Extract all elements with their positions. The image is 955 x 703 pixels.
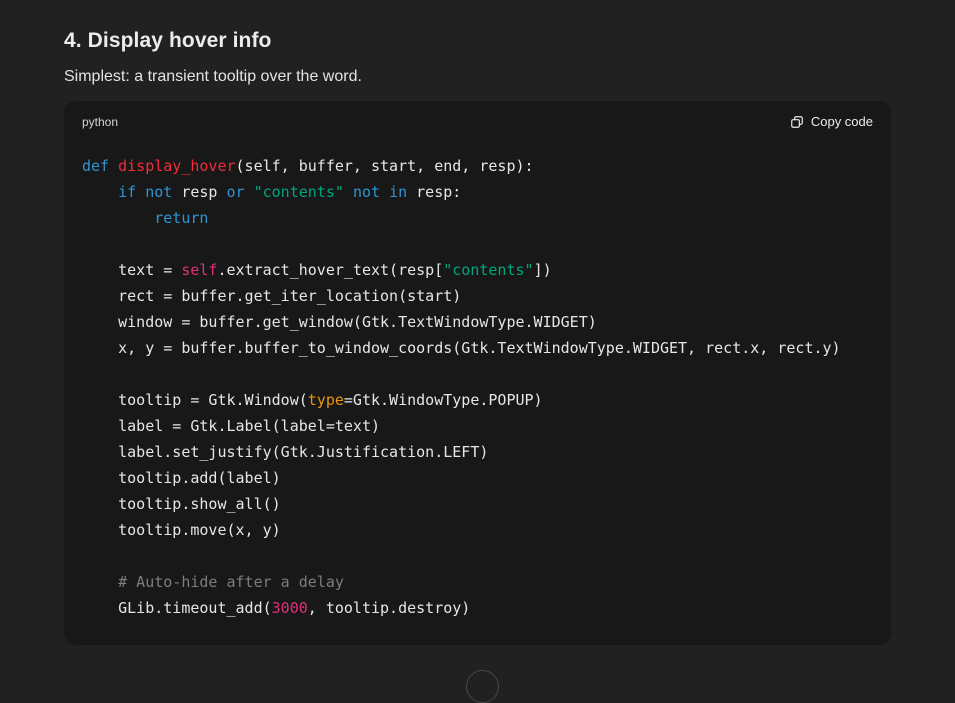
code-line: label.set_justify(Gtk.Justification.LEFT… (82, 439, 873, 465)
code-block: python Copy code def display_hover(self,… (64, 101, 891, 645)
language-label: python (82, 115, 118, 129)
code-line (82, 361, 873, 387)
code-line: tooltip = Gtk.Window(type=Gtk.WindowType… (82, 387, 873, 413)
code-line: return (82, 205, 873, 231)
code-line: rect = buffer.get_iter_location(start) (82, 283, 873, 309)
code-line: window = buffer.get_window(Gtk.TextWindo… (82, 309, 873, 335)
subtitle-text: Simplest: a transient tooltip over the w… (64, 68, 891, 86)
copy-code-label: Copy code (811, 114, 873, 129)
code-line: if not resp or "contents" not in resp: (82, 179, 873, 205)
code-line: tooltip.add(label) (82, 465, 873, 491)
code-line (82, 231, 873, 257)
code-line (82, 543, 873, 569)
code-content: def display_hover(self, buffer, start, e… (64, 132, 891, 639)
code-block-header: python Copy code (64, 101, 891, 132)
main-content: 4. Display hover info Simplest: a transi… (0, 0, 955, 645)
code-line: label = Gtk.Label(label=text) (82, 413, 873, 439)
code-line: tooltip.show_all() (82, 491, 873, 517)
page-title: 4. Display hover info (64, 0, 891, 53)
scroll-to-bottom-button[interactable] (466, 670, 499, 703)
code-line: GLib.timeout_add(3000, tooltip.destroy) (82, 595, 873, 621)
code-line: text = self.extract_hover_text(resp["con… (82, 257, 873, 283)
copy-icon (790, 115, 804, 129)
code-line: tooltip.move(x, y) (82, 517, 873, 543)
copy-code-button[interactable]: Copy code (790, 114, 873, 129)
code-line: def display_hover(self, buffer, start, e… (82, 153, 873, 179)
code-line: x, y = buffer.buffer_to_window_coords(Gt… (82, 335, 873, 361)
code-line: # Auto-hide after a delay (82, 569, 873, 595)
